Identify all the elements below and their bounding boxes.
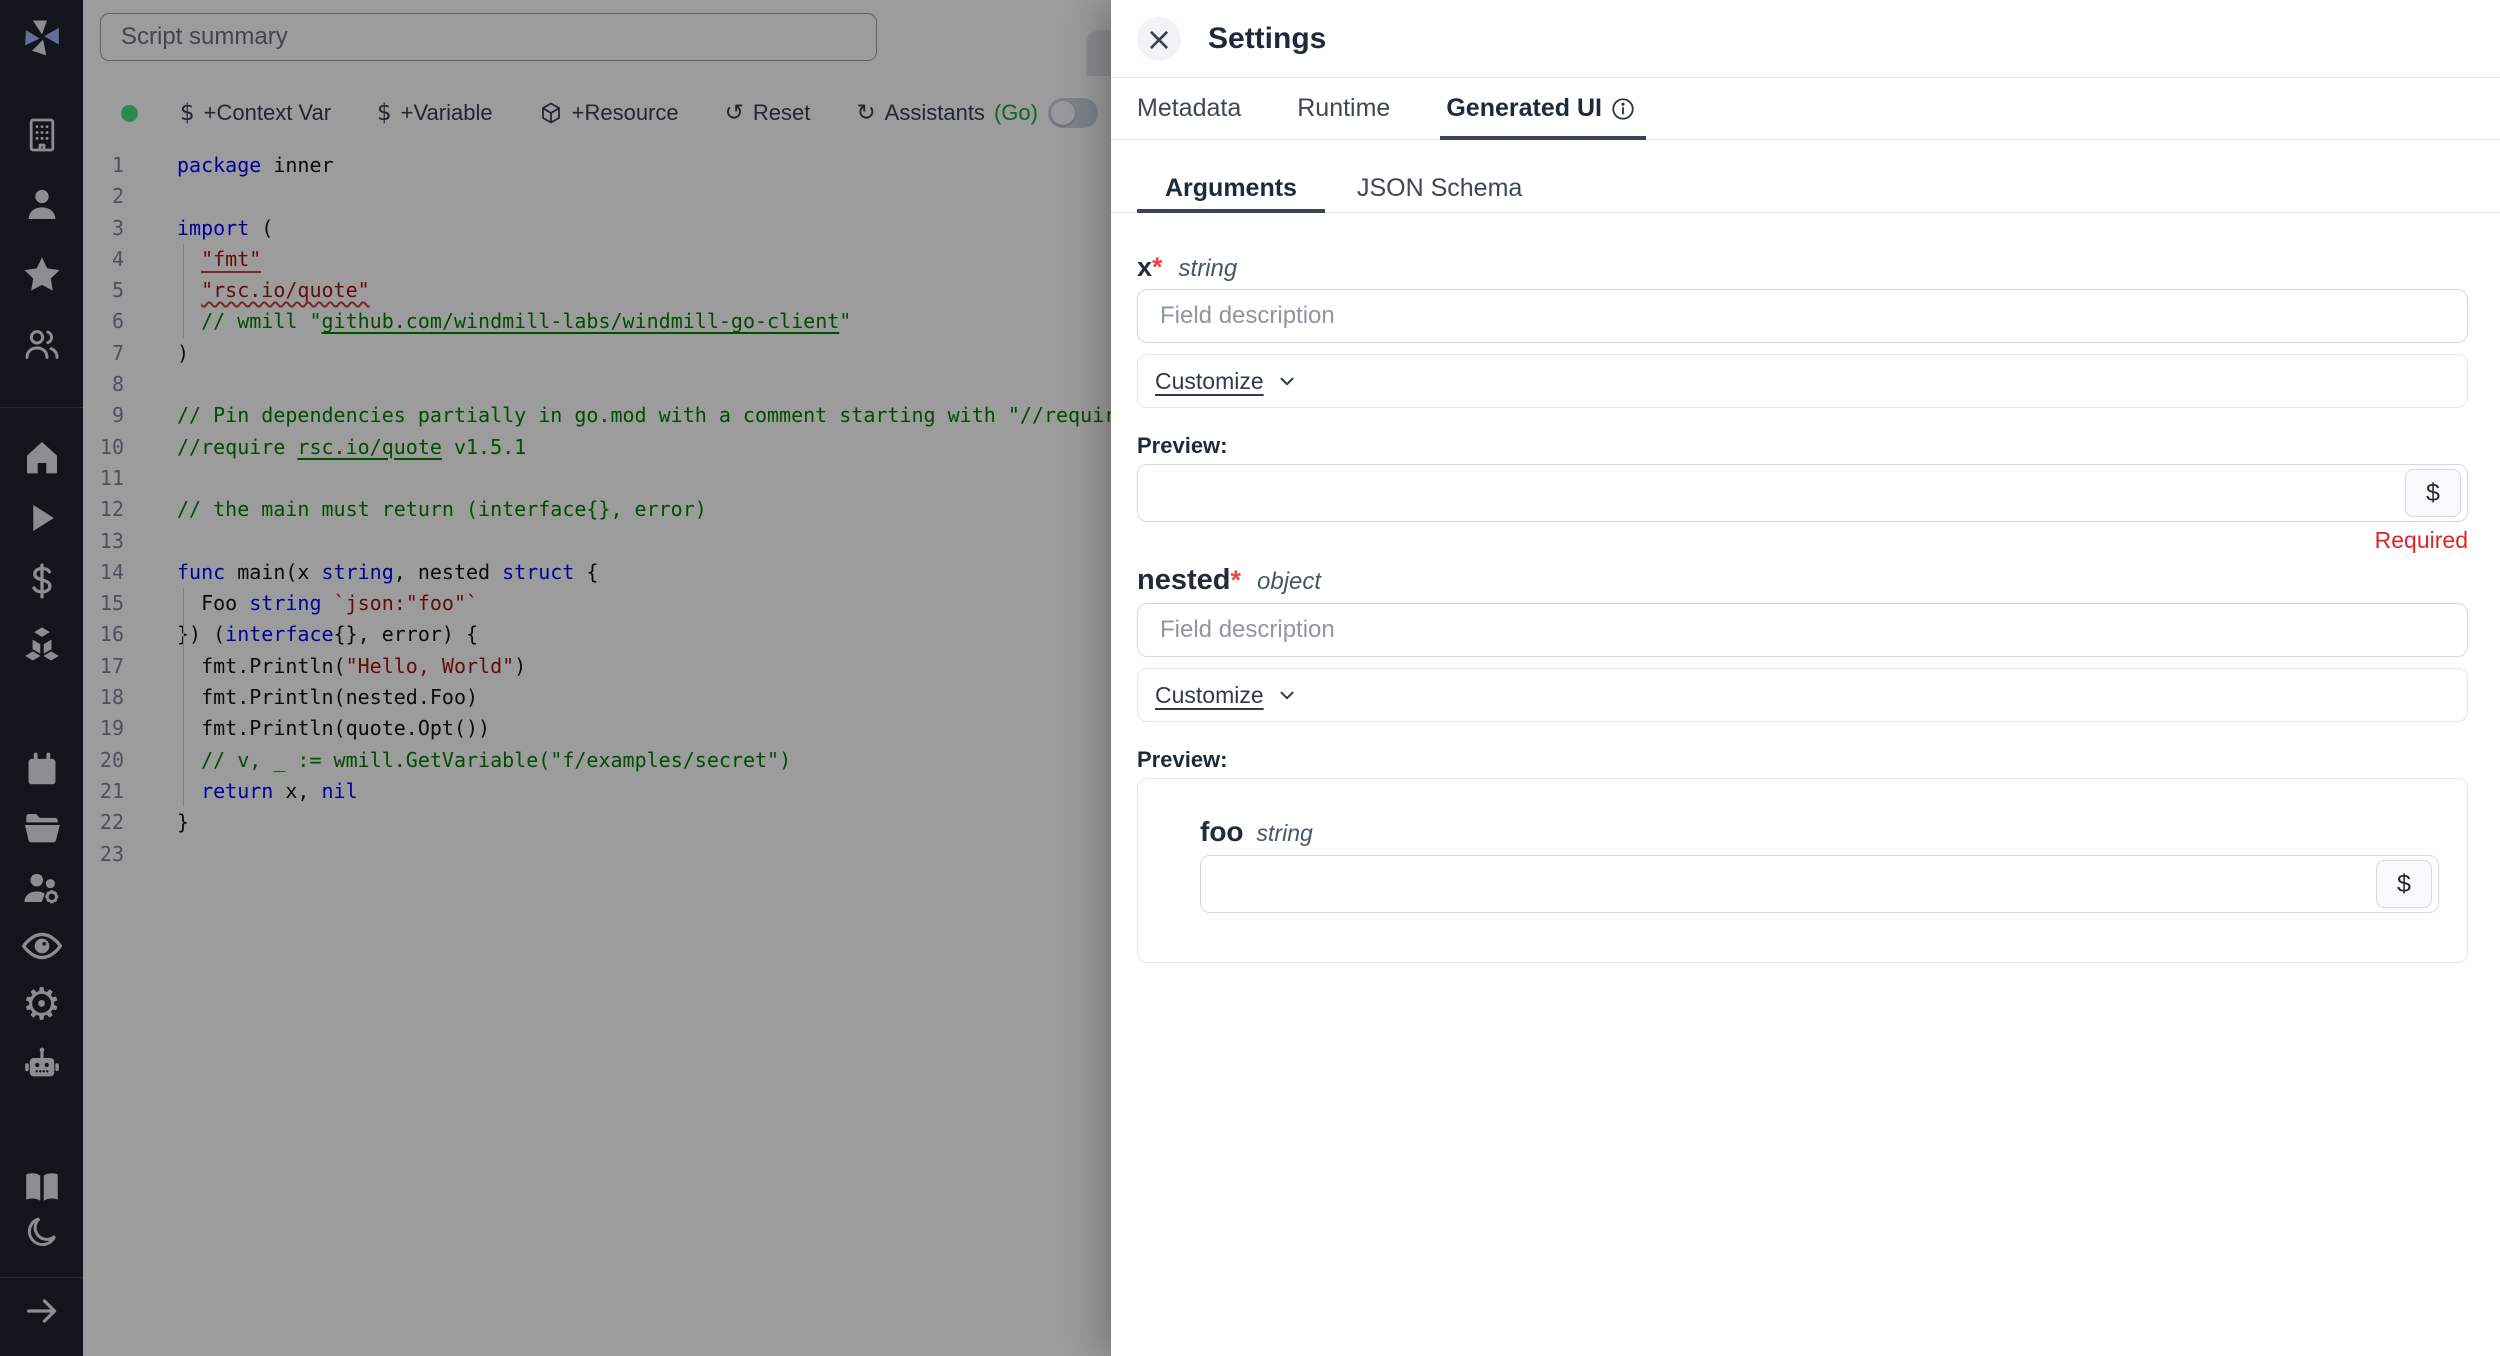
nested-foo-preview-row: $ <box>1200 855 2439 913</box>
dollar-button[interactable]: $ <box>2405 469 2461 517</box>
drawer-title: Settings <box>1208 22 1326 56</box>
field-type: object <box>1257 568 1321 596</box>
preview-label: Preview: <box>1137 747 2468 773</box>
field-type: string <box>1179 255 1238 283</box>
field-x-preview-input[interactable] <box>1138 465 2467 521</box>
field-name: nested <box>1137 564 1230 597</box>
required-hint: Required <box>1137 527 2468 554</box>
nested-foo-input[interactable] <box>1201 856 2438 912</box>
subtab-json-schema[interactable]: JSON Schema <box>1329 165 1550 212</box>
tab-generated-ui[interactable]: Generated UI <box>1446 78 1636 139</box>
subtab-arguments[interactable]: Arguments <box>1137 165 1325 212</box>
close-icon[interactable]: × <box>1137 17 1181 61</box>
field-name: x <box>1137 252 1152 283</box>
field-x-description-input[interactable] <box>1137 289 2468 343</box>
chevron-down-icon[interactable] <box>1276 684 1298 706</box>
nested-object-preview: foo string $ <box>1137 778 2468 963</box>
preview-label: Preview: <box>1137 433 2468 459</box>
customize-link[interactable]: Customize <box>1155 368 1264 395</box>
settings-drawer: × Settings Metadata Runtime Generated UI… <box>1111 0 2500 1356</box>
field-nested-description-input[interactable] <box>1137 603 2468 657</box>
chevron-down-icon[interactable] <box>1276 370 1298 392</box>
required-star: * <box>1152 252 1163 283</box>
tab-runtime[interactable]: Runtime <box>1297 78 1390 139</box>
property-type: string <box>1257 820 1313 847</box>
tab-metadata[interactable]: Metadata <box>1137 78 1241 139</box>
settings-tabs: Metadata Runtime Generated UI <box>1111 78 2500 140</box>
nested-property-label: foo string <box>1200 816 2439 848</box>
field-nested-label: nested* object <box>1137 564 2468 597</box>
arguments-panel: x* string Customize Preview: $ Required … <box>1111 213 2500 963</box>
info-icon <box>1610 96 1636 122</box>
required-star: * <box>1230 565 1241 596</box>
drawer-header: × Settings <box>1111 0 2500 78</box>
windmill-script-editor: $ +Context Var $ +Variable +Resource ↺ R… <box>0 0 2500 1356</box>
field-x-label: x* string <box>1137 252 2468 283</box>
customize-link[interactable]: Customize <box>1155 682 1264 709</box>
property-name: foo <box>1200 816 1244 848</box>
field-x-preview-row: $ <box>1137 464 2468 522</box>
generated-ui-subtabs: Arguments JSON Schema <box>1111 165 2500 213</box>
field-x-customize-box: Customize <box>1137 354 2468 408</box>
dollar-button[interactable]: $ <box>2376 860 2432 908</box>
field-nested-customize-box: Customize <box>1137 668 2468 722</box>
